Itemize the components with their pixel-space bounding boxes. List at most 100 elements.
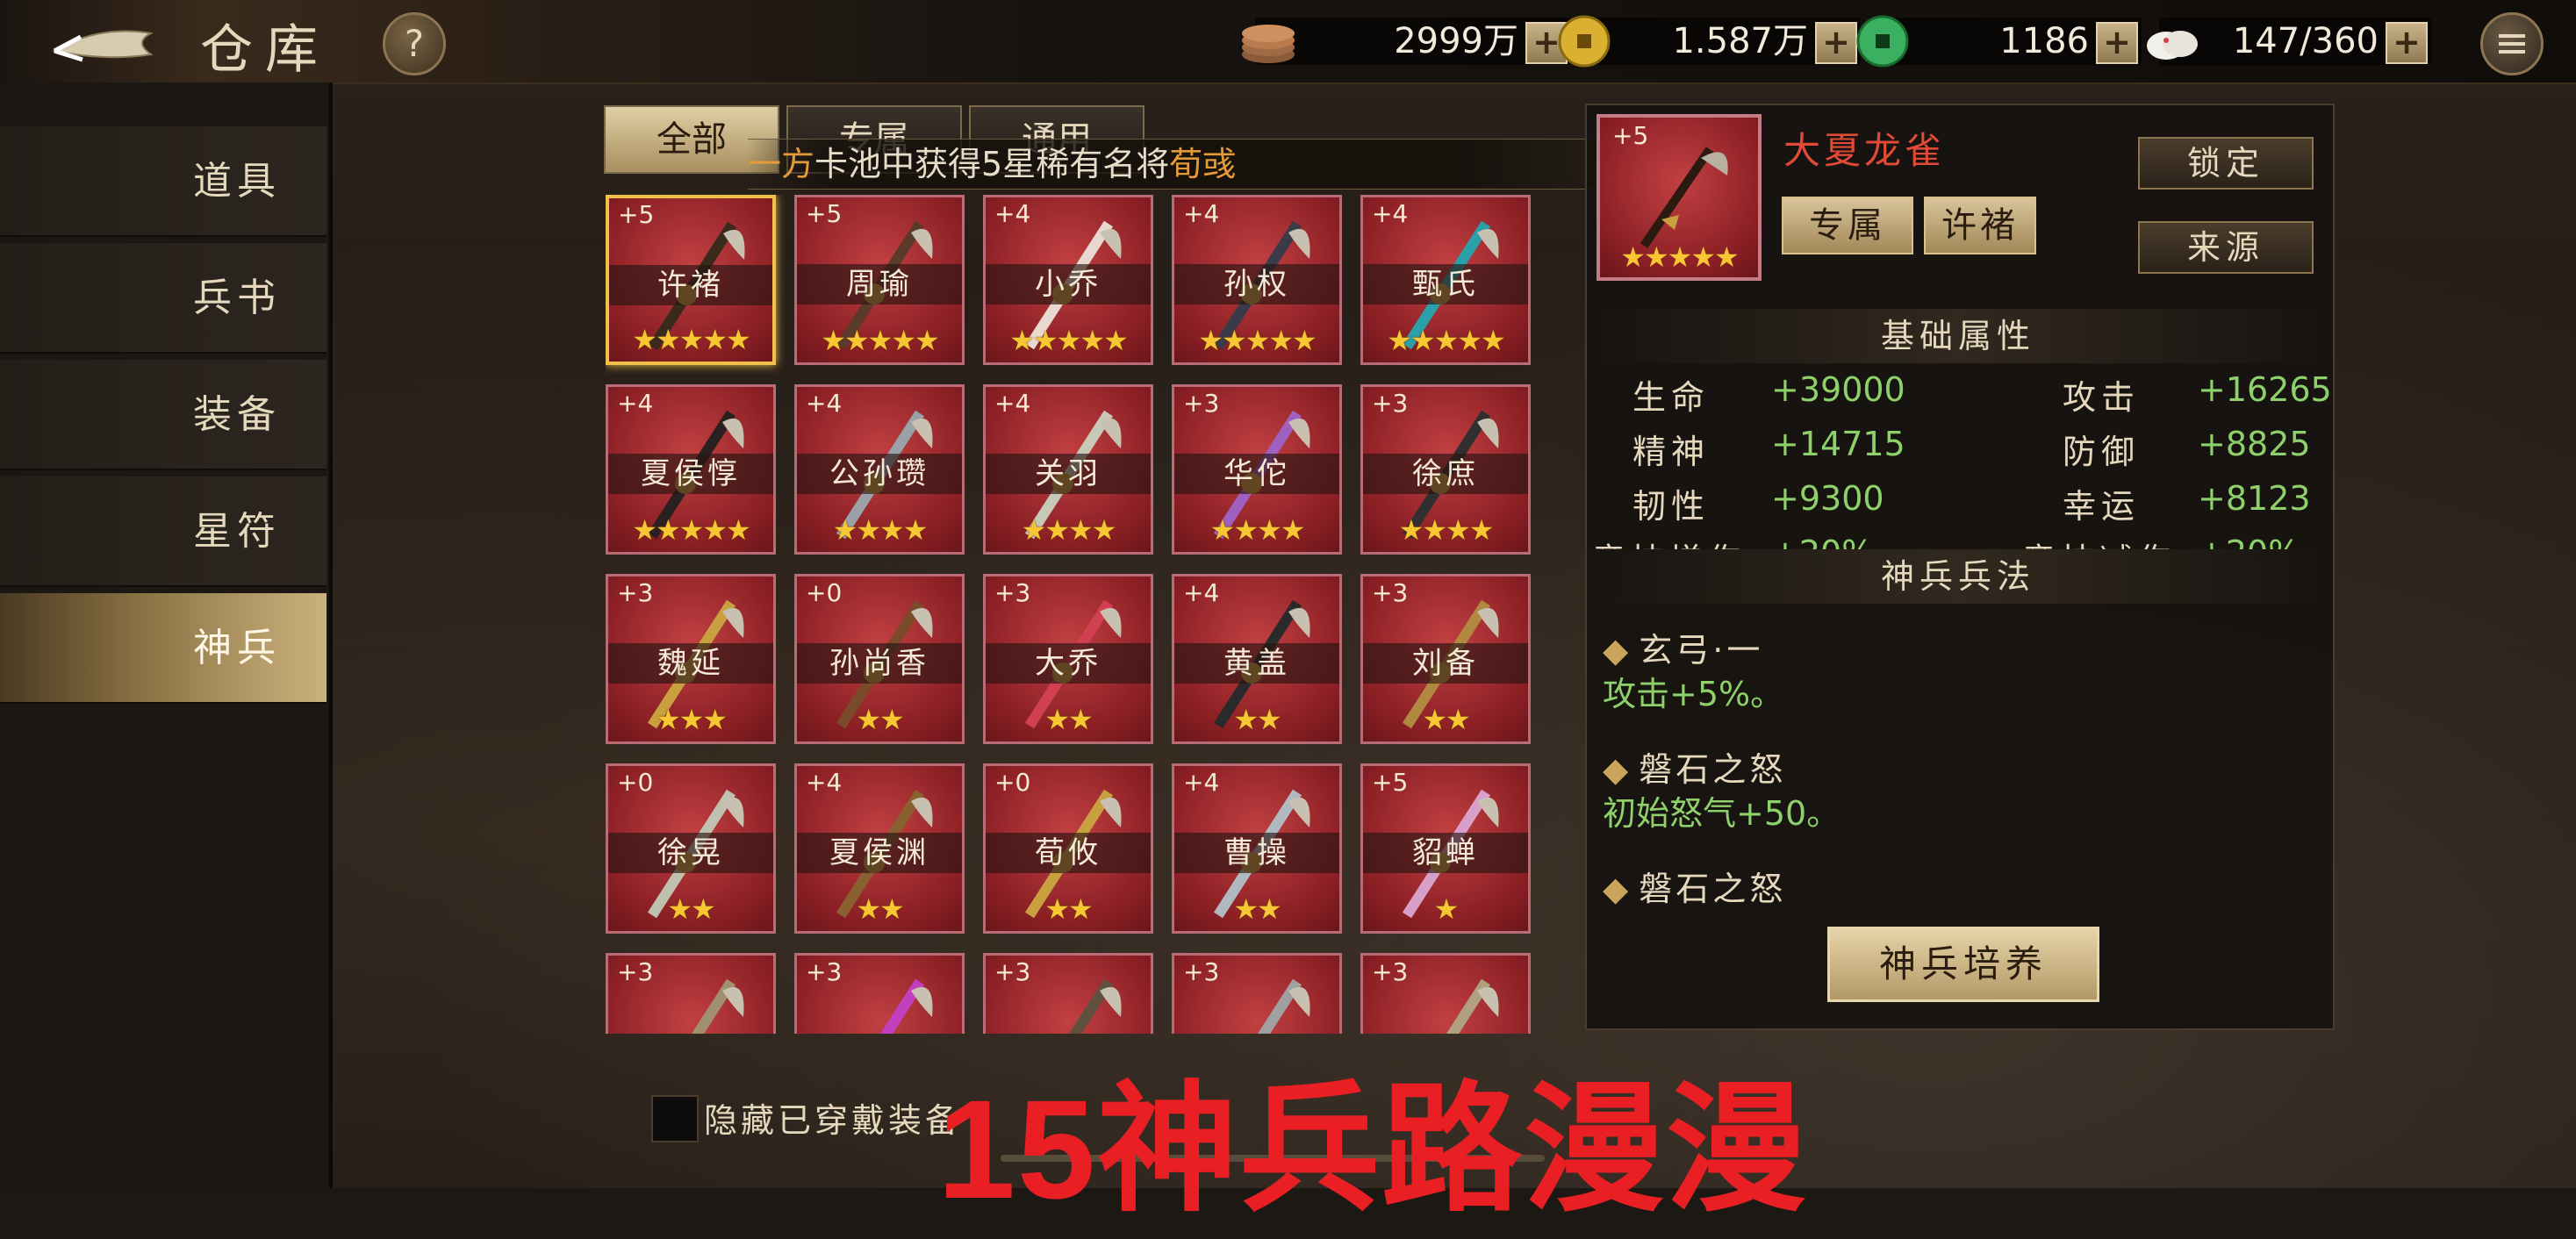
- add-stamina-button[interactable]: +: [2386, 22, 2428, 64]
- lock-button[interactable]: 锁定: [2138, 137, 2314, 190]
- weapon-slot[interactable]: +3 华佗 ★★★★: [1172, 384, 1342, 555]
- menu-list-icon[interactable]: [2480, 12, 2544, 75]
- weapon-stars: ★★★★★: [1387, 324, 1505, 357]
- sidebar-divider: [329, 82, 333, 1188]
- weapon-level: +3: [1372, 578, 1409, 607]
- skill-name-text: 玄弓·一: [1639, 631, 1764, 670]
- weapon-owner-name: 曹操: [1174, 833, 1339, 873]
- weapon-level: +4: [994, 199, 1031, 228]
- owner-hero-tag[interactable]: 许褚: [1924, 197, 2036, 254]
- weapon-owner-name: 徐晃: [608, 833, 773, 873]
- weapon-stars: ★★: [1233, 703, 1281, 736]
- resource-jade: 1186 +: [1856, 15, 2142, 68]
- sidebar-item-divine-weapons[interactable]: 神兵: [0, 593, 326, 704]
- source-button[interactable]: 来源: [2138, 221, 2314, 274]
- attr-value: +16265: [2198, 370, 2331, 409]
- weapon-slot[interactable]: +5 貂蝉 ★: [1360, 763, 1531, 934]
- weapon-level: +4: [1183, 768, 1220, 797]
- weapon-slot[interactable]: +4 甄氏 ★★★★★: [1360, 195, 1531, 365]
- weapon-stars: ★★: [1422, 703, 1470, 736]
- attr-label: 精神: [1632, 433, 1711, 471]
- help-button[interactable]: ?: [383, 12, 446, 75]
- weapon-slot[interactable]: +3: [794, 953, 965, 1034]
- sidebar-item-items[interactable]: 道具: [0, 126, 326, 237]
- weapon-slot[interactable]: +3: [606, 953, 776, 1034]
- weapon-stars: ★★★★: [1398, 513, 1495, 547]
- weapon-slot[interactable]: +3: [983, 953, 1153, 1034]
- weapon-slot[interactable]: +3 徐庶 ★★★★: [1360, 384, 1531, 555]
- weapon-level: +3: [1183, 957, 1220, 986]
- sidebar-item-equipment[interactable]: 装备: [0, 360, 326, 470]
- notice-prefix: 一方: [748, 145, 815, 183]
- weapon-owner-name: 孙权: [1174, 264, 1339, 304]
- weapon-slot[interactable]: +0 徐晃 ★★: [606, 763, 776, 934]
- weapon-slot[interactable]: +5 许褚 ★★★★★: [606, 195, 776, 365]
- video-caption: 15神兵路漫漫: [937, 1071, 1808, 1228]
- weapon-level: +3: [1372, 957, 1409, 986]
- weapon-slot[interactable]: +4 公孙瓒 ★★★★: [794, 384, 965, 555]
- weapon-slot[interactable]: +4 夏侯惇 ★★★★★: [606, 384, 776, 555]
- attr-value: +9300: [1771, 479, 1884, 518]
- weapon-owner-name: 夏侯渊: [797, 833, 962, 873]
- weapon-train-button[interactable]: 神兵培养: [1827, 927, 2099, 1002]
- weapon-level: +4: [1183, 199, 1220, 228]
- weapon-slot[interactable]: +4 曹操 ★★: [1172, 763, 1342, 934]
- weapon-level: +5: [806, 199, 843, 228]
- attr-value: +8825: [2198, 425, 2311, 463]
- weapon-slot[interactable]: +0 孙尚香 ★★: [794, 574, 965, 744]
- jade-value: 1186: [1999, 21, 2089, 61]
- resource-stamina: 147/360 +: [2147, 18, 2431, 65]
- weapon-slot[interactable]: +3: [1172, 953, 1342, 1034]
- weapon-owner-name: 小乔: [986, 264, 1151, 304]
- weapon-level: +4: [617, 389, 654, 418]
- weapon-level: +0: [617, 768, 654, 797]
- attr-label: 幸运: [2063, 487, 2141, 526]
- exclusive-tag: 专属: [1782, 197, 1913, 254]
- notice-highlight: 荀彧: [1169, 145, 1237, 183]
- weapon-slot[interactable]: +4 孙权 ★★★★★: [1172, 195, 1342, 365]
- weapon-slot[interactable]: +5 周瑜 ★★★★★: [794, 195, 965, 365]
- weapon-owner-name: 华佗: [1174, 454, 1339, 494]
- diamond-bullet-icon: ◆: [1603, 870, 1632, 908]
- weapon-slot[interactable]: +3 大乔 ★★: [983, 574, 1153, 744]
- gold-value: 1.587万: [1672, 21, 1808, 61]
- stamina-value: 147/360: [2232, 21, 2379, 61]
- weapon-level: +4: [994, 389, 1031, 418]
- weapon-slot[interactable]: +4 小乔 ★★★★★: [983, 195, 1153, 365]
- weapon-level: +4: [1372, 199, 1409, 228]
- weapon-owner-name: 许褚: [609, 265, 772, 305]
- attr-value: +20%: [1771, 534, 1873, 549]
- attr-label: 攻击: [2063, 378, 2141, 417]
- weapon-stars: ★★★★: [1209, 513, 1306, 547]
- add-gold-button[interactable]: +: [1815, 22, 1857, 64]
- weapon-slot[interactable]: +4 关羽 ★★★★: [983, 384, 1153, 555]
- weapon-slot[interactable]: +0 荀攸 ★★: [983, 763, 1153, 934]
- add-jade-button[interactable]: +: [2096, 22, 2138, 64]
- weapon-stars: ★: [1433, 892, 1460, 926]
- weapon-level: +3: [617, 957, 654, 986]
- weapon-slot[interactable]: +3 刘备 ★★: [1360, 574, 1531, 744]
- diamond-bullet-icon: ◆: [1603, 750, 1632, 789]
- skills-title: 神兵兵法: [1594, 549, 2322, 604]
- gold-coin-icon: [1558, 15, 1611, 68]
- steamed-bun-icon: [2147, 31, 2198, 60]
- page-title: 仓库: [200, 19, 330, 81]
- weapon-slot[interactable]: +4 黄盖 ★★: [1172, 574, 1342, 744]
- weapon-owner-name: 魏延: [608, 643, 773, 684]
- weapon-slot[interactable]: +3: [1360, 953, 1531, 1034]
- attr-label: 章技减伤: [2022, 534, 2177, 549]
- sidebar-item-runes[interactable]: 星符: [0, 476, 326, 587]
- weapon-stars: ★★★★★: [821, 324, 939, 357]
- resource-gold: 1.587万 +: [1558, 15, 1861, 68]
- hide-equipped-checkbox[interactable]: [651, 1095, 699, 1142]
- weapon-stars: ★★: [1233, 892, 1281, 926]
- copper-value: 2999万: [1394, 21, 1518, 61]
- diamond-bullet-icon: ◆: [1603, 631, 1632, 670]
- weapon-slot[interactable]: +3 魏延 ★★★: [606, 574, 776, 744]
- back-arrow-icon[interactable]: [46, 16, 160, 67]
- weapon-owner-name: 周瑜: [797, 264, 962, 304]
- attr-value: +14715: [1771, 425, 1905, 463]
- weapon-slot[interactable]: +4 夏侯渊 ★★: [794, 763, 965, 934]
- weapon-stars: ★★★★: [832, 513, 929, 547]
- sidebar-item-books[interactable]: 兵书: [0, 243, 326, 354]
